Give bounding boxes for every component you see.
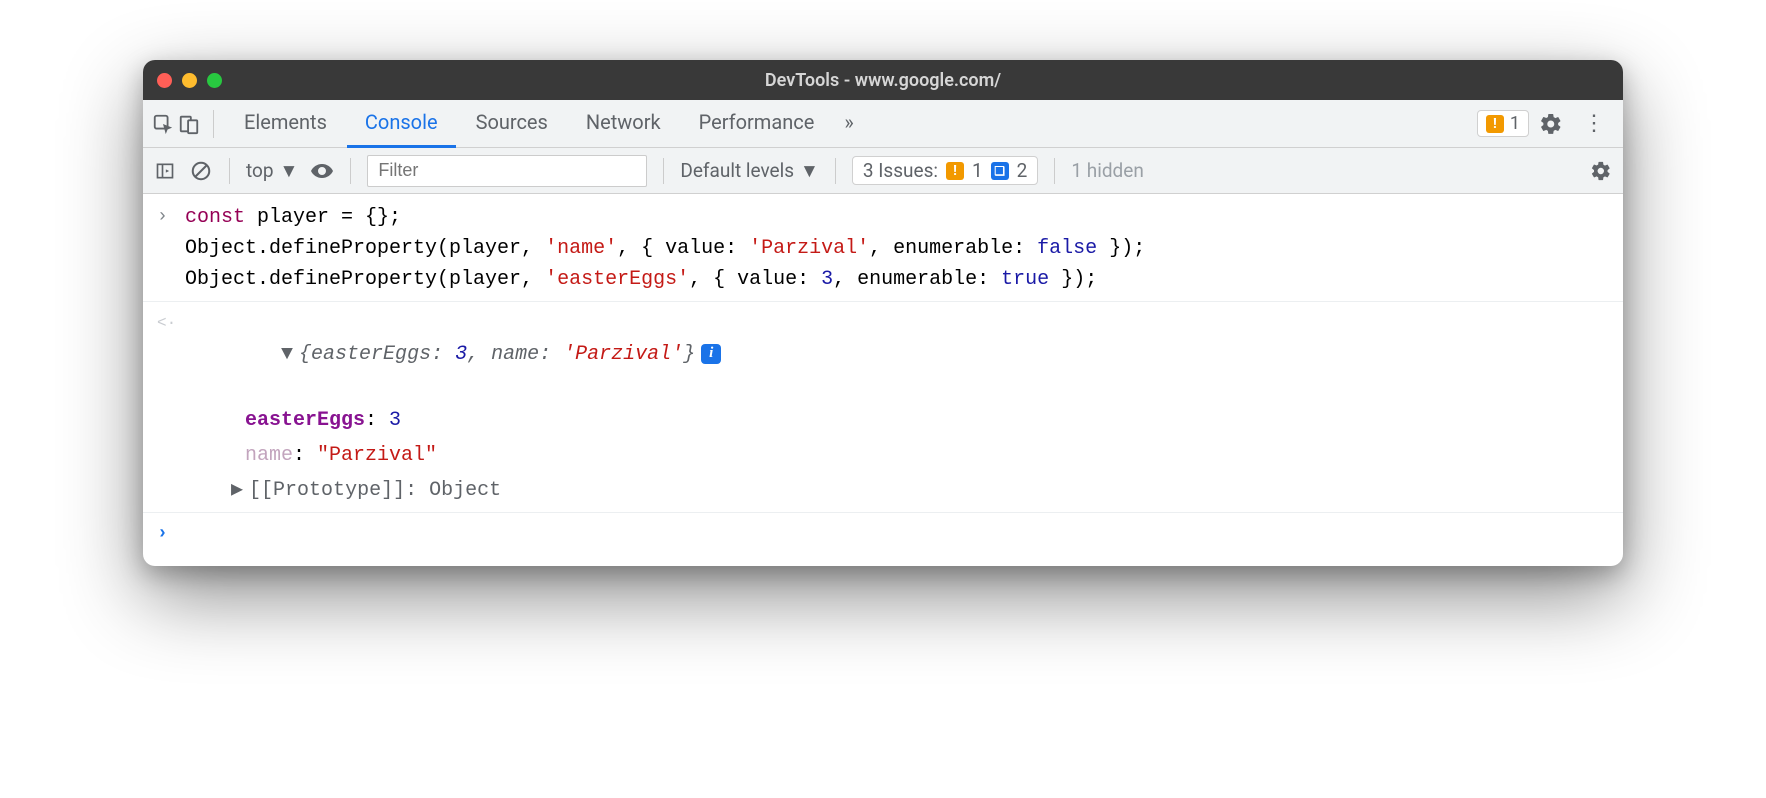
- issues-counter[interactable]: 3 Issues: ! 1 ❑ 2: [852, 156, 1039, 185]
- property-key: name: [245, 444, 293, 467]
- clear-console-icon[interactable]: [189, 159, 213, 183]
- console-input-block: › const player = {}; Object.defineProper…: [143, 200, 1623, 297]
- prototype-row[interactable]: ▶[[Prototype]]: Object: [143, 473, 1623, 508]
- console-warnings-badge[interactable]: ! 1: [1477, 110, 1529, 137]
- log-levels-selector[interactable]: Default levels ▼: [680, 159, 818, 183]
- live-expression-eye-icon[interactable]: [310, 159, 334, 183]
- minimize-window-button[interactable]: [182, 73, 197, 88]
- warning-icon: !: [1486, 115, 1504, 133]
- info-badge-icon[interactable]: i: [701, 344, 721, 364]
- console-output: › const player = {}; Object.defineProper…: [143, 194, 1623, 566]
- console-settings-gear-icon[interactable]: [1589, 159, 1613, 183]
- tabs-overflow-button[interactable]: »: [834, 100, 863, 148]
- info-icon: ❑: [991, 162, 1009, 180]
- chevron-down-icon: ▼: [280, 159, 299, 183]
- hidden-messages-label[interactable]: 1 hidden: [1071, 159, 1143, 182]
- result-preview-line[interactable]: ▼{easterEggs: 3, name: 'Parzival'}i: [185, 308, 721, 401]
- tab-elements[interactable]: Elements: [226, 100, 345, 148]
- console-prompt[interactable]: ›: [143, 517, 1623, 552]
- chevron-down-icon: ▼: [800, 159, 819, 183]
- console-code: const player = {}; Object.defineProperty…: [185, 202, 1145, 295]
- device-toolbar-icon[interactable]: [177, 112, 201, 136]
- tab-network[interactable]: Network: [568, 100, 679, 148]
- window-titlebar: DevTools - www.google.com/: [143, 60, 1623, 100]
- property-key: easterEggs: [245, 409, 365, 432]
- close-window-button[interactable]: [157, 73, 172, 88]
- execution-context-selector[interactable]: top ▼: [246, 159, 298, 183]
- devtools-tabbar: Elements Console Sources Network Perform…: [143, 100, 1623, 148]
- console-result-block: <· ▼{easterEggs: 3, name: 'Parzival'}i: [143, 306, 1623, 403]
- context-label: top: [246, 159, 274, 182]
- object-property-row: name: "Parzival": [143, 438, 1623, 473]
- warning-icon: !: [946, 162, 964, 180]
- devtools-window: DevTools - www.google.com/ Elements Cons…: [143, 60, 1623, 566]
- output-indicator-icon: <·: [157, 308, 185, 401]
- warning-count: 1: [1510, 113, 1520, 134]
- console-toolbar: top ▼ Default levels ▼ 3 Issues: ! 1 ❑ 2…: [143, 148, 1623, 194]
- window-controls: [157, 73, 222, 88]
- tab-console[interactable]: Console: [347, 100, 456, 148]
- window-title: DevTools - www.google.com/: [143, 70, 1623, 91]
- collapse-triangle-icon[interactable]: ▼: [281, 339, 293, 370]
- levels-label: Default levels: [680, 159, 794, 182]
- expand-triangle-icon[interactable]: ▶: [231, 475, 243, 506]
- maximize-window-button[interactable]: [207, 73, 222, 88]
- property-value: "Parzival": [317, 444, 437, 467]
- issues-info-count: 2: [1017, 159, 1028, 182]
- issues-label: 3 Issues:: [863, 159, 938, 182]
- prototype-label: [[Prototype]]: [249, 479, 405, 502]
- filter-input[interactable]: [367, 155, 647, 187]
- property-value: 3: [389, 409, 401, 432]
- inspect-element-icon[interactable]: [151, 112, 175, 136]
- issues-warn-count: 1: [972, 159, 983, 182]
- prompt-chevron-icon: ›: [157, 519, 185, 550]
- input-prompt-icon: ›: [157, 202, 185, 295]
- settings-gear-icon[interactable]: [1539, 112, 1563, 136]
- separator: [213, 110, 214, 138]
- tab-performance[interactable]: Performance: [681, 100, 833, 148]
- more-options-icon[interactable]: ⋮: [1573, 111, 1615, 136]
- object-property-row: easterEggs: 3: [143, 403, 1623, 438]
- prototype-value: Object: [429, 479, 501, 502]
- tab-sources[interactable]: Sources: [458, 100, 566, 148]
- toggle-sidebar-icon[interactable]: [153, 159, 177, 183]
